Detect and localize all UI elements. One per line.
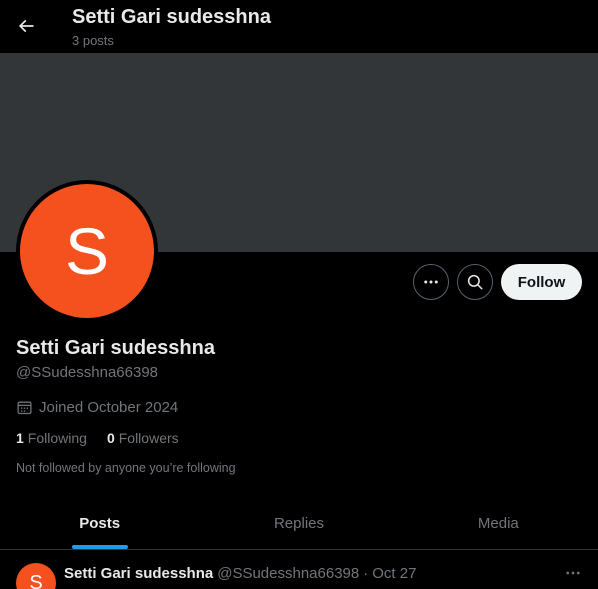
tab-posts-label: Posts: [79, 514, 121, 532]
tab-media[interactable]: Media: [399, 497, 598, 549]
post-author-handle[interactable]: @SSudesshna66398: [217, 565, 359, 582]
profile-avatar[interactable]: S: [16, 180, 158, 322]
followers-label: Followers: [118, 430, 179, 446]
more-button[interactable]: [413, 264, 449, 300]
following-link[interactable]: 1 Following: [16, 430, 87, 446]
joined-text: Joined October 2024: [39, 399, 179, 416]
more-horizontal-icon: [566, 571, 580, 575]
tab-posts[interactable]: Posts: [0, 497, 199, 549]
following-count: 1: [16, 430, 24, 446]
follow-button[interactable]: Follow: [501, 264, 582, 300]
followers-link[interactable]: 0 Followers: [107, 430, 179, 446]
active-tab-indicator: [71, 545, 128, 549]
calendar-icon: [17, 401, 32, 415]
search-icon: [467, 274, 483, 290]
top-bar: Setti Gari sudesshna 3 posts: [0, 0, 598, 53]
header-post-count: 3 posts: [72, 33, 114, 48]
profile-tabs: Posts Replies Media: [0, 497, 598, 550]
post-separator: ·: [363, 565, 369, 582]
tab-replies-label: Replies: [273, 514, 324, 532]
display-name: Setti Gari sudesshna: [16, 337, 215, 359]
joined-date: Joined October 2024: [16, 399, 178, 416]
following-label: Following: [27, 430, 87, 446]
back-arrow-icon: [18, 19, 34, 33]
followers-count: 0: [106, 430, 115, 446]
post-author-name[interactable]: Setti Gari sudesshna: [64, 565, 213, 582]
search-profile-button[interactable]: [457, 264, 493, 300]
tab-media-label: Media: [477, 514, 519, 532]
post-avatar[interactable]: S: [16, 563, 56, 589]
profile-handle: @SSudesshna66398: [16, 364, 159, 381]
profile-page: Setti Gari sudesshna 3 posts S Follow Se…: [0, 0, 598, 589]
post-header: Setti Gari sudesshna @SSudesshna66398 · …: [64, 565, 416, 582]
back-button[interactable]: [8, 8, 44, 44]
mutual-followers-note: Not followed by anyone you’re following: [16, 461, 236, 475]
post-more-button[interactable]: [560, 562, 586, 584]
tab-replies[interactable]: Replies: [199, 497, 398, 549]
header-title: Setti Gari sudesshna: [72, 6, 271, 28]
follow-counts: 1 Following 0 Followers: [16, 430, 199, 446]
avatar-letter: S: [20, 184, 154, 318]
more-horizontal-icon: [424, 280, 438, 284]
post-date[interactable]: Oct 27: [372, 565, 416, 582]
